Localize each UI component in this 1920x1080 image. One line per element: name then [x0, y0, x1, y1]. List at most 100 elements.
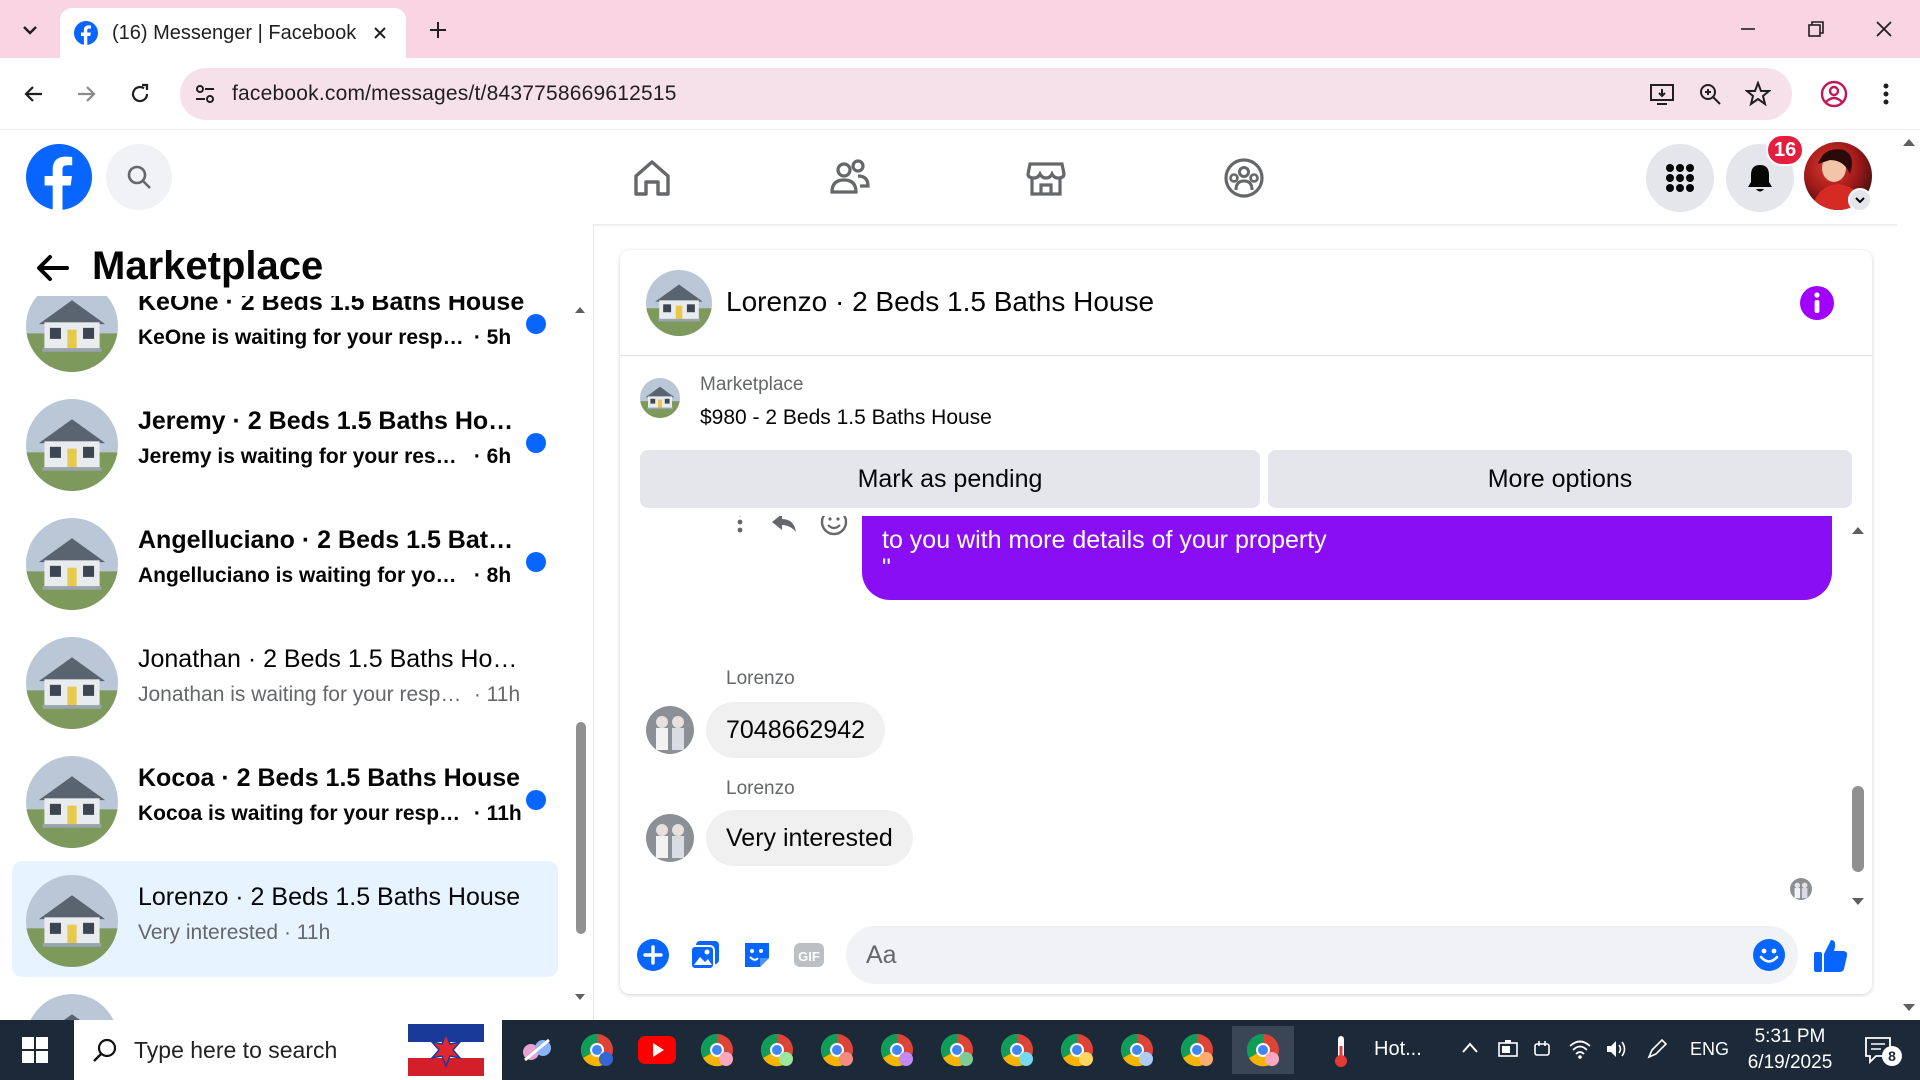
windows-start-icon[interactable] [0, 1020, 70, 1080]
chrome-profile-app-icon[interactable] [750, 1026, 804, 1074]
address-bar[interactable]: facebook.com/messages/t/8437758669612515 [180, 68, 1792, 120]
chrome-profile-app-icon[interactable] [930, 1026, 984, 1074]
listing-source: Marketplace [700, 374, 804, 395]
reply-icon[interactable] [768, 516, 800, 538]
conversation-name: Angelluciano · 2 Beds 1.5 Baths... [138, 526, 528, 554]
mark-as-pending-button[interactable]: Mark as pending [640, 450, 1260, 508]
more-options-button[interactable]: More options [1268, 450, 1852, 508]
battery-icon[interactable] [1496, 1038, 1520, 1060]
back-arrow-icon[interactable] [30, 246, 74, 290]
bookmark-star-icon[interactable] [1744, 80, 1772, 108]
back-arrow-icon[interactable] [14, 74, 54, 114]
preview-text: KeOne is waiting for your respo... [138, 326, 468, 349]
facebook-logo-icon[interactable] [26, 144, 92, 210]
facebook-search-icon[interactable] [106, 144, 172, 210]
action-center-notifications-icon[interactable]: 8 [1856, 1032, 1906, 1068]
account-chevron-down-icon[interactable] [1848, 188, 1872, 212]
new-tab-plus-icon[interactable] [420, 12, 456, 48]
conversation-list: KeOne · 2 Beds 1.5 Baths House KeOne is … [12, 296, 558, 1020]
incoming-message-bubble[interactable]: 7048662942 [706, 702, 886, 758]
wifi-icon[interactable] [1568, 1038, 1592, 1060]
chrome-profile-app-icon[interactable] [1050, 1026, 1104, 1074]
meet-now-icon[interactable] [1532, 1038, 1554, 1060]
conversation-item[interactable]: Jonathan · 2 Beds 1.5 Baths House Jonath… [12, 623, 558, 739]
window-minimize-icon[interactable] [1720, 6, 1776, 52]
chat-title[interactable]: Lorenzo · 2 Beds 1.5 Baths House [726, 286, 1154, 318]
url-text[interactable]: facebook.com/messages/t/8437758669612515 [232, 82, 677, 106]
conversation-item-active[interactable]: Lorenzo · 2 Beds 1.5 Baths House Very in… [12, 861, 558, 977]
chrome-profile-app-icon[interactable] [690, 1026, 744, 1074]
more-actions-icon[interactable] [730, 516, 750, 538]
forward-arrow-icon[interactable] [66, 74, 106, 114]
weather-thermometer-icon[interactable] [1330, 1034, 1352, 1068]
thumbs-up-like-icon[interactable] [1812, 936, 1850, 974]
chat-panel: Lorenzo · 2 Beds 1.5 Baths House Marketp… [620, 250, 1872, 994]
message-input[interactable] [846, 926, 1798, 984]
window-restore-icon[interactable] [1788, 6, 1844, 52]
menu-grid-icon[interactable] [1646, 144, 1714, 212]
home-icon[interactable] [624, 150, 680, 206]
conversation-item[interactable]: Kocoa · 2 Beds 1.5 Baths House Kocoa is … [12, 742, 558, 858]
outgoing-message-bubble[interactable]: to you with more details of your propert… [862, 516, 1832, 600]
sender-avatar[interactable] [646, 814, 694, 862]
chrome-profile-app-icon-active[interactable] [1232, 1026, 1294, 1074]
conversation-info-icon[interactable] [1800, 286, 1834, 320]
browser-menu-icon[interactable] [1866, 74, 1906, 114]
conversation-item[interactable] [12, 980, 558, 1020]
youtube-app-icon[interactable] [630, 1026, 684, 1074]
react-emoji-icon[interactable] [818, 516, 850, 538]
weather-text[interactable]: Hot... [1374, 1038, 1422, 1061]
chrome-profile-icon[interactable] [1814, 74, 1854, 114]
browser-tab-messenger[interactable]: (16) Messenger | Facebook [60, 8, 406, 58]
emoji-icon[interactable] [1750, 936, 1788, 974]
snipping-tool-icon[interactable] [510, 1026, 564, 1074]
facebook-favicon-icon [74, 21, 98, 45]
tray-chevron-up-icon[interactable] [1460, 1038, 1480, 1058]
chrome-profile-app-icon[interactable] [810, 1026, 864, 1074]
house-avatar-image[interactable] [640, 378, 680, 418]
thread-scrollbar-thumb[interactable] [1852, 786, 1864, 872]
zoom-icon[interactable] [1696, 80, 1724, 108]
groups-icon[interactable] [1216, 150, 1272, 206]
taskbar-search-box[interactable] [74, 1020, 502, 1080]
sticker-icon[interactable] [738, 936, 776, 974]
chrome-profile-app-icon[interactable] [1110, 1026, 1164, 1074]
page-scrollbar[interactable] [1898, 130, 1920, 1020]
install-app-icon[interactable] [1648, 80, 1676, 108]
friends-icon[interactable] [822, 150, 878, 206]
preview-text: Jonathan is waiting for your respo... [138, 683, 468, 706]
attach-photo-icon[interactable] [686, 936, 724, 974]
conversation-item[interactable]: KeOne · 2 Beds 1.5 Baths House KeOne is … [12, 296, 558, 382]
window-close-icon[interactable] [1856, 6, 1912, 52]
tab-search-chevron-icon[interactable] [10, 10, 50, 50]
unread-dot [526, 314, 546, 334]
facebook-header: 16 [0, 130, 1898, 224]
chrome-profile-app-icon[interactable] [990, 1026, 1044, 1074]
house-avatar-image[interactable] [646, 270, 712, 336]
site-info-icon[interactable] [192, 81, 218, 107]
sender-avatar[interactable] [646, 706, 694, 754]
chrome-profile-app-icon[interactable] [870, 1026, 924, 1074]
system-clock[interactable]: 5:31 PM 6/19/2025 [1730, 1024, 1850, 1076]
taskbar-search-input[interactable] [134, 1036, 394, 1064]
preview-text: Kocoa is waiting for your respo... [138, 802, 468, 825]
gif-icon[interactable]: GIF [790, 936, 828, 974]
volume-icon[interactable] [1604, 1038, 1628, 1060]
marketplace-icon[interactable] [1018, 150, 1074, 206]
search-highlight-flag-icon[interactable] [408, 1024, 484, 1076]
language-indicator[interactable]: ENG [1690, 1039, 1729, 1060]
conversation-item[interactable]: Jeremy · 2 Beds 1.5 Baths House Jeremy i… [12, 385, 558, 501]
incoming-message-bubble[interactable]: Very interested [706, 810, 913, 866]
pen-ink-icon[interactable] [1646, 1038, 1668, 1060]
chrome-profile-app-icon[interactable] [1170, 1026, 1224, 1074]
sidebar-scrollbar-thumb[interactable] [576, 722, 586, 934]
more-actions-plus-icon[interactable] [634, 936, 672, 974]
outgoing-message-quote: " [882, 554, 891, 582]
preview-time: · 8h [473, 564, 512, 587]
reload-icon[interactable] [120, 74, 160, 114]
tab-close-icon[interactable] [368, 21, 392, 45]
unread-dot [526, 790, 546, 810]
listing-price-title[interactable]: $980 - 2 Beds 1.5 Baths House [700, 406, 992, 430]
chrome-app-icon[interactable] [570, 1026, 624, 1074]
conversation-item[interactable]: Angelluciano · 2 Beds 1.5 Baths... Angel… [12, 504, 558, 620]
